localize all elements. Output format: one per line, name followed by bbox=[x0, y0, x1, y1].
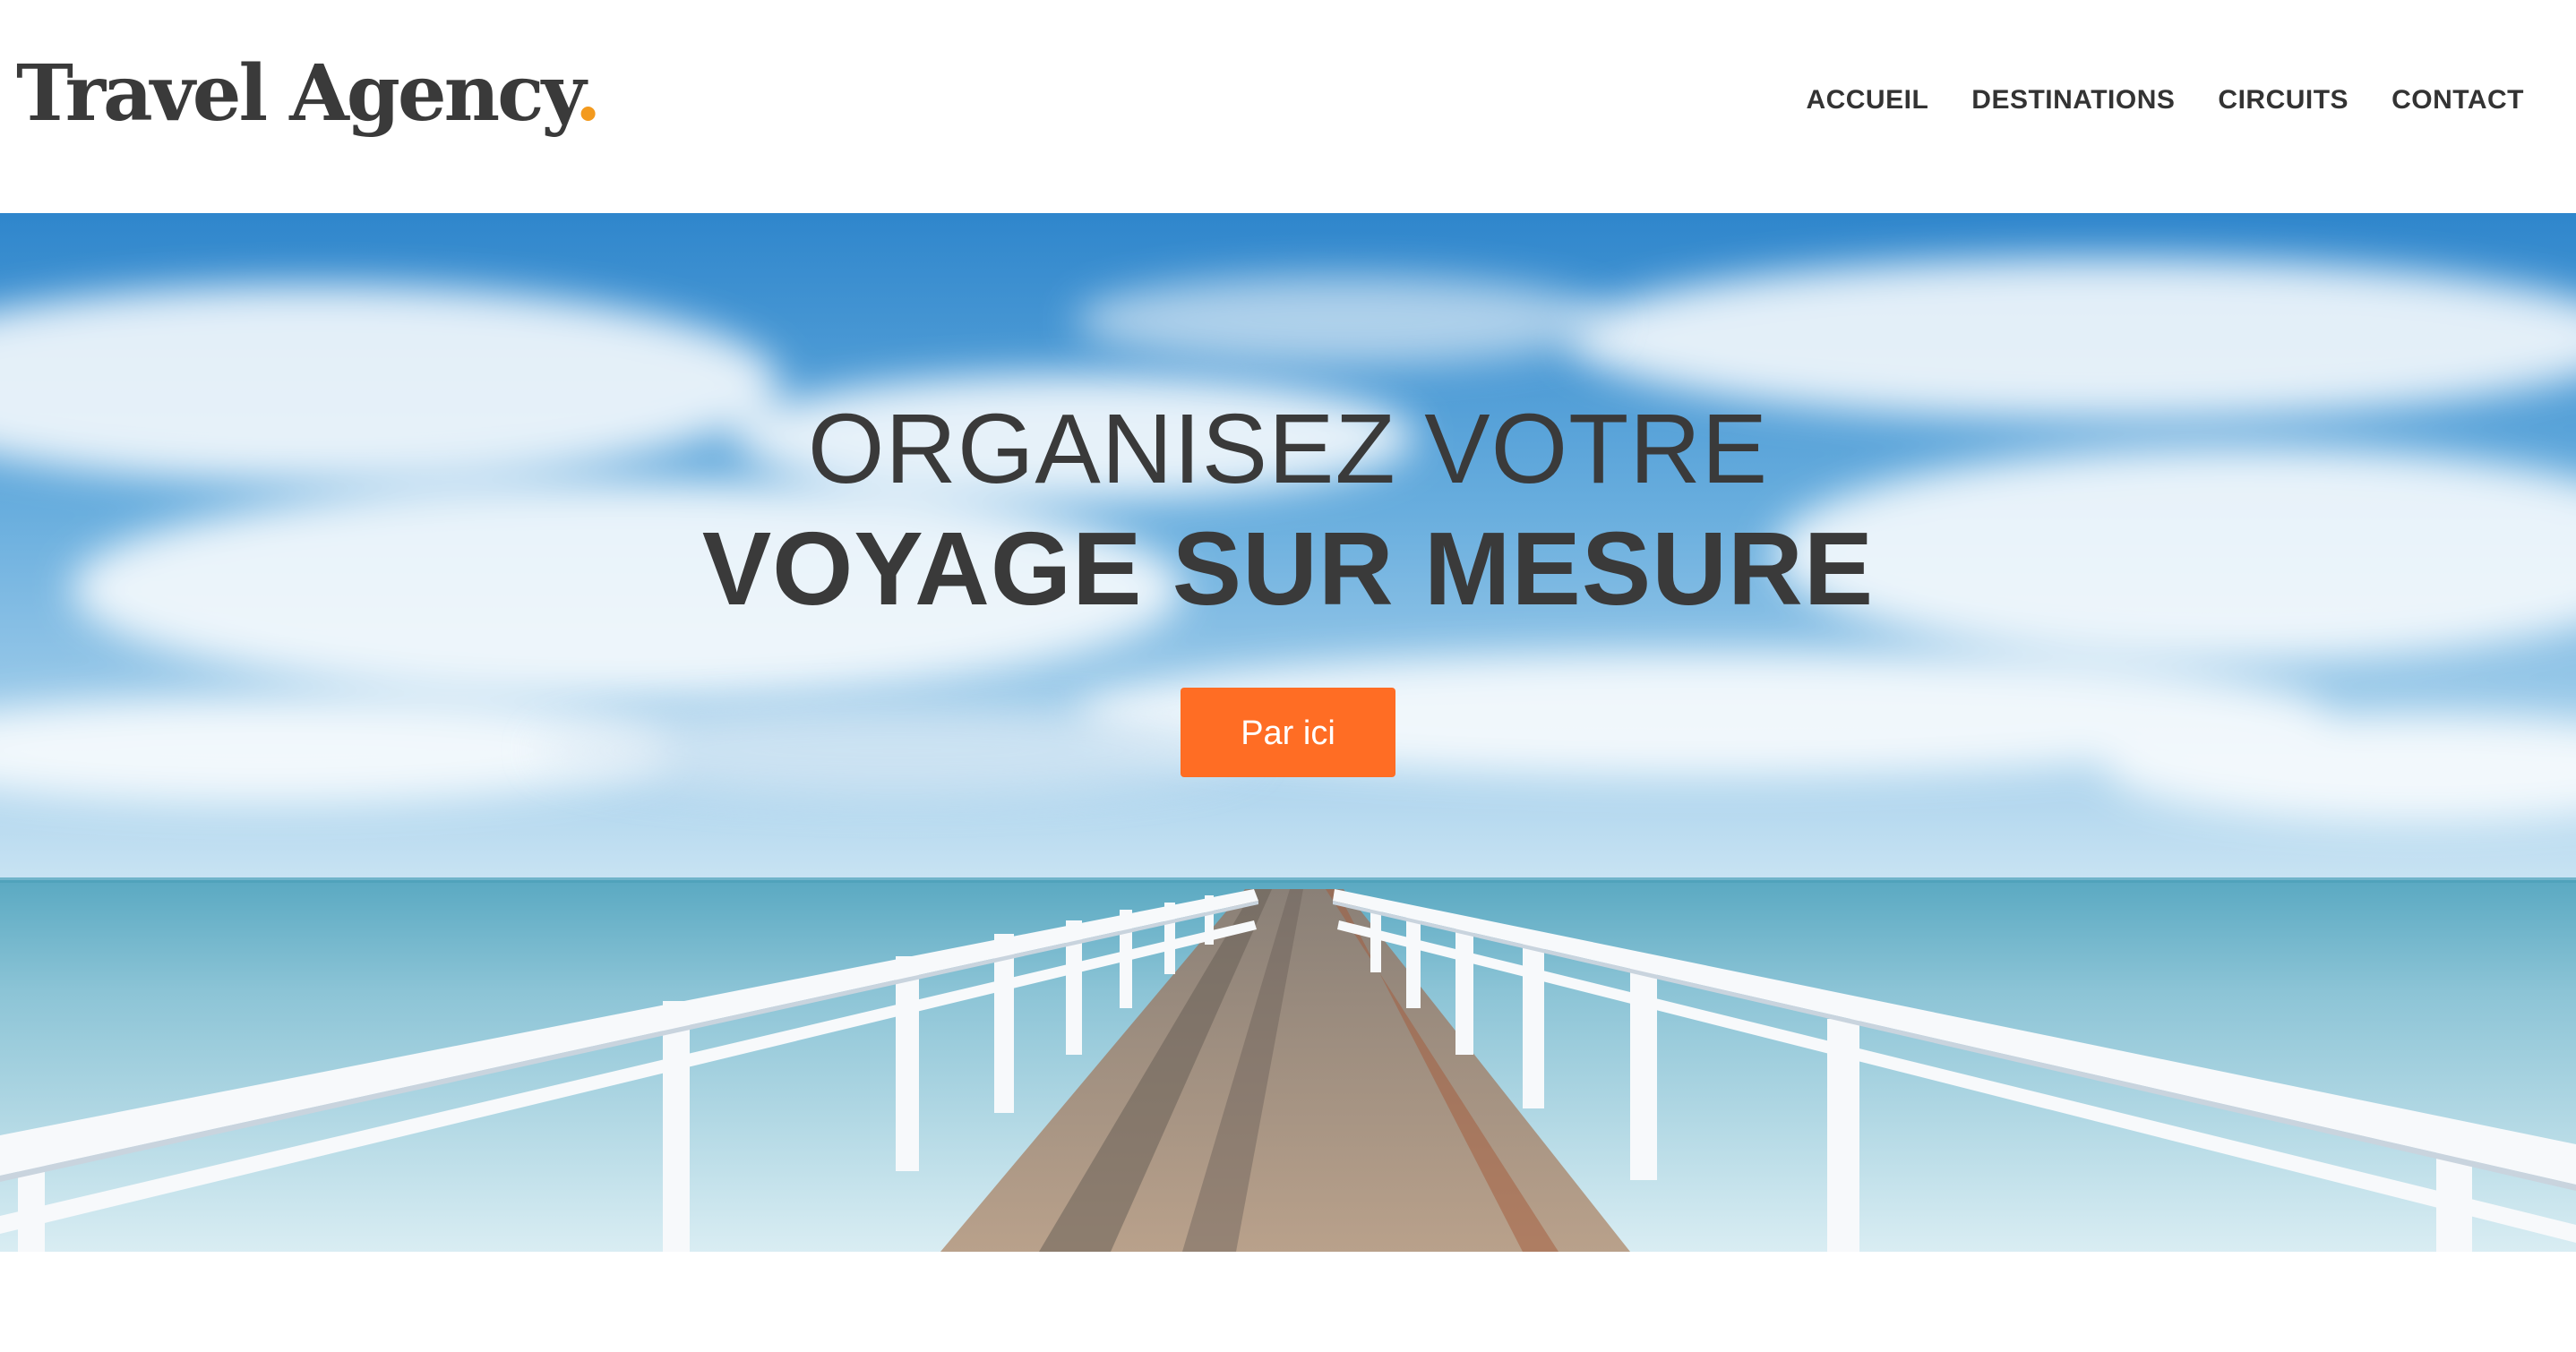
nav-item-circuits[interactable]: CIRCUITS bbox=[2218, 82, 2348, 118]
nav-item-accueil[interactable]: ACCUEIL bbox=[1806, 82, 1928, 118]
hero-banner: ORGANISEZ VOTRE VOYAGE SUR MESURE Par ic… bbox=[0, 213, 2576, 1252]
main-nav: ACCUEIL DESTINATIONS CIRCUITS CONTACT bbox=[1806, 82, 2524, 118]
logo-dot: . bbox=[574, 48, 602, 139]
nav-item-destinations[interactable]: DESTINATIONS bbox=[1971, 82, 2175, 118]
hero-title-line-1: ORGANISEZ VOTRE bbox=[807, 394, 1769, 504]
nav-item-contact[interactable]: CONTACT bbox=[2391, 82, 2524, 118]
logo-text: Travel Agency bbox=[16, 48, 578, 139]
site-header: Travel Agency. ACCUEIL DESTINATIONS CIRC… bbox=[0, 0, 2576, 213]
content-area bbox=[0, 1252, 2576, 1352]
hero-title-line-2: VOYAGE SUR MESURE bbox=[701, 510, 1875, 627]
site-logo[interactable]: Travel Agency. bbox=[16, 56, 602, 133]
cta-button[interactable]: Par ici bbox=[1181, 688, 1395, 777]
